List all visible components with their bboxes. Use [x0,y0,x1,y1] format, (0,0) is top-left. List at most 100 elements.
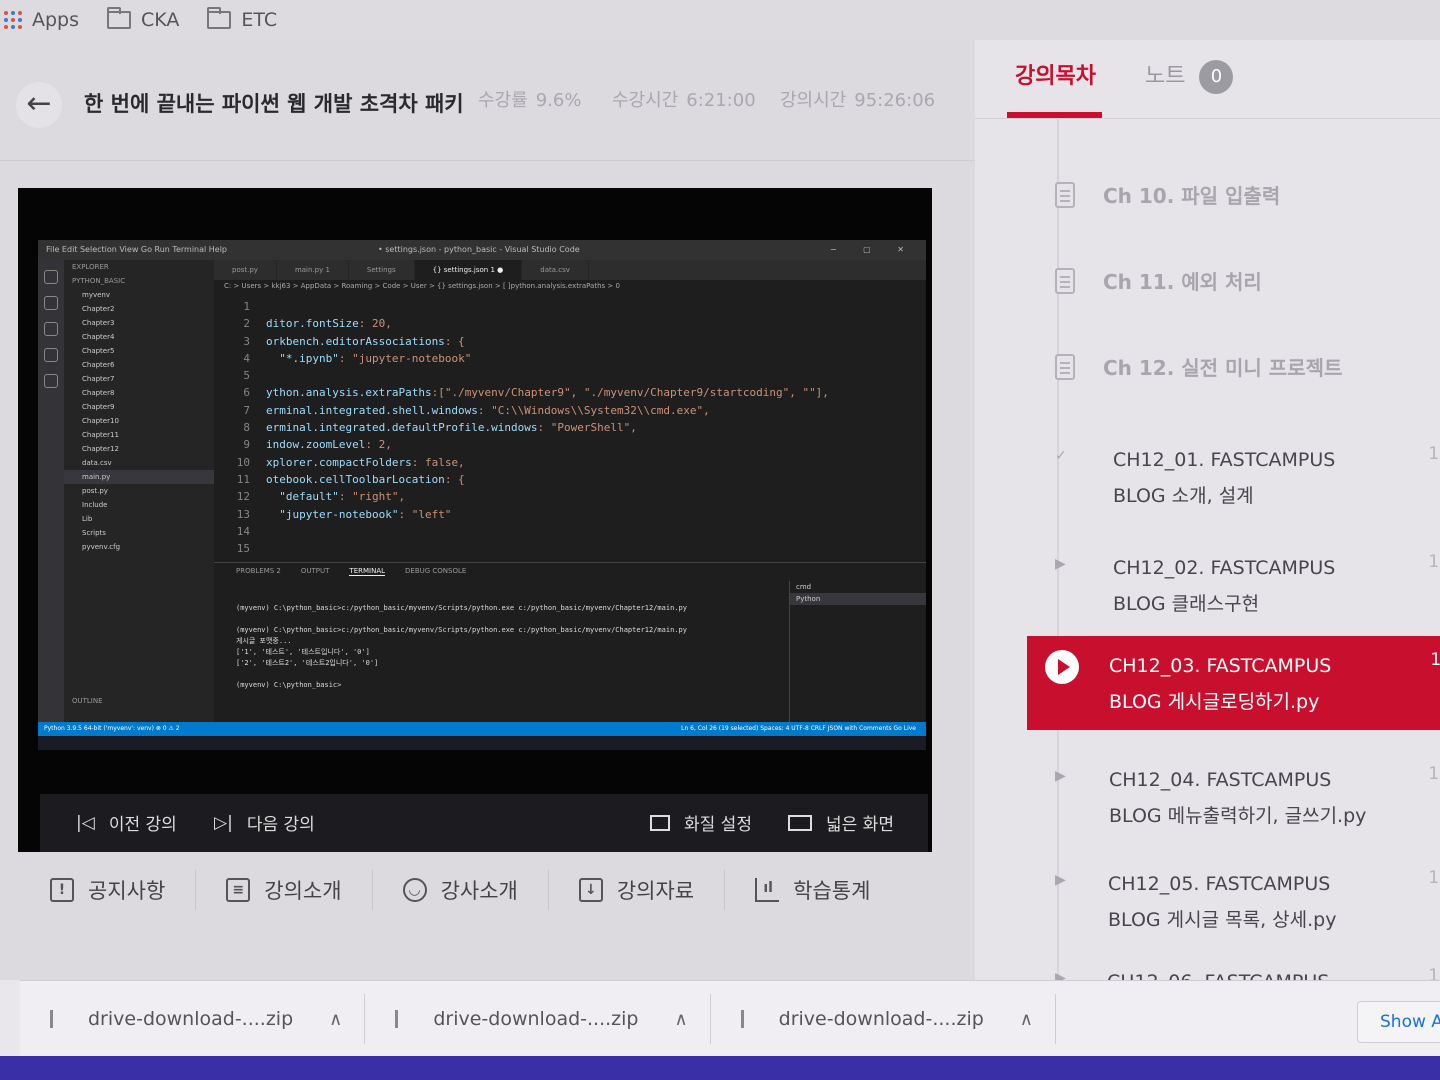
outline-header: OUTLINE [72,697,103,705]
code-value: : "PowerShell", [537,421,637,435]
lecture-title: CH12_06. FASTCAMPUS [1107,964,1329,980]
line-number: 3 [243,334,250,348]
folder-icon [107,7,132,29]
video-player[interactable]: File Edit Selection View Go Run Terminal… [18,188,932,852]
lecture-header: ← 한 번에 끝내는 파이썬 웹 개발 초격차 패키 수강률 9.6% 수강시간 6… [0,40,975,161]
tab-materials[interactable]: ↓ 강의자료 [549,870,726,910]
code-key: ython.analysis.extraPaths [266,386,432,400]
lecture-title-line: CH12_05. FASTCAMPUS [1108,873,1331,895]
lecture-item[interactable]: ✓ CH12_01. FASTCAMPUS BLOG 소개, 설계 10 [1025,430,1440,522]
editor-tab: data.csv [522,260,589,280]
back-button[interactable]: ← [16,82,62,128]
panel-tabs: PROBLEMS 2 OUTPUT TERMINAL DEBUG CONSOLE [214,563,926,576]
bookmark-folder-etc[interactable]: ETC [207,7,277,31]
window-controls-icon: − ▢ ✕ [829,245,916,254]
stat-value: 9.6% [535,90,582,111]
chapter-title: Ch 12. 실전 미니 프로젝트 [1103,356,1343,380]
terminal-line: (myvenv) C:\python_basic>c:/python_basic… [236,626,687,634]
status-right: Ln 6, Col 26 (19 selected) Spaces: 4 UTF… [681,725,916,732]
explorer-item: Chapter12 [82,445,119,453]
user-icon: ◡ [402,878,427,902]
lecture-item[interactable]: ▶ CH12_06. FASTCAMPUS 14 [1025,952,1440,980]
code-value: : 2, [365,438,392,452]
quality-settings-button[interactable]: 화질 설정 [650,810,752,835]
lecture-item[interactable]: ▶ CH12_05. FASTCAMPUS BLOG 게시글 목록, 상세.py … [1025,854,1440,946]
wide-screen-button[interactable]: 넓은 화면 [788,810,894,835]
tab-label: 강의소개 [264,879,342,903]
tab-notes[interactable]: 노트 0 [1145,58,1234,94]
code-value: : "jupyter-notebook" [338,351,472,365]
next-lecture-button[interactable]: ▷| 다음 강의 [214,810,315,836]
code-line: 7 erminal.integrated.shell.windows: "C:\\… [214,402,916,419]
explorer-item: Scripts [82,529,106,537]
tab-statistics[interactable]: ıl 학습통계 [725,870,900,910]
video-controls: |◁ 이전 강의 ▷| 다음 강의 화질 설정 넓은 화면 [40,794,928,852]
lecture-item[interactable]: ▶ CH12_02. FASTCAMPUS BLOG 클래스구현 12 [1025,538,1440,630]
lecture-title: CH12_05. FASTCAMPUS BLOG 게시글 목록, 상세.py [1108,866,1336,938]
curriculum-panel: 강의목차 노트 0 Ch 10. 파일 입출력 Ch 11. 예외 처리 Ch 1… [975,40,1440,980]
chapter-item[interactable]: Ch 12. 실전 미니 프로젝트 [1055,352,1342,381]
editor-tab: Settings [349,260,415,280]
chevron-up-icon[interactable]: ∧ [674,1009,687,1030]
code-value: : { [444,334,465,348]
lecture-main: ← 한 번에 끝내는 파이썬 웹 개발 초격차 패키 수강률 9.6% 수강시간 6… [0,40,975,980]
apps-grid-icon [4,11,22,29]
code-value: :["./myvenv/Chapter9", "./myvenv/Chapter… [431,386,829,400]
tab-notice[interactable]: ! 공지사항 [20,870,197,910]
editor-tab: {} settings.json 1 ● [414,260,523,280]
code-value: : "left" [398,507,452,521]
terminal-line: (myvenv) C:\python_basic>c:/python_basic… [236,604,687,612]
vscode-menu: File Edit Selection View Go Run Terminal… [46,245,228,254]
bookmark-apps[interactable]: Apps [4,9,79,31]
file-icon [50,1010,62,1028]
lecture-duration: 17 [1428,868,1440,888]
chevron-up-icon[interactable]: ∧ [329,1009,342,1030]
downloads-bar: drive-download-....zip ∧ drive-download-.… [20,980,1440,1057]
prev-lecture-button[interactable]: |◁ 이전 강의 [76,810,177,836]
line-number: 4 [243,351,250,365]
show-all-button[interactable]: Show All [1357,1001,1440,1043]
document-icon [1055,181,1075,208]
vscode-activity-bar [38,260,64,722]
tab-curriculum[interactable]: 강의목차 [1007,58,1102,118]
code-key: erminal.integrated.shell.windows [266,403,478,417]
folder-icon [207,7,232,29]
code-line: 3 orkbench.editorAssociations: { [214,333,916,350]
tab-course-intro[interactable]: ≡ 강의소개 [196,870,373,910]
stat-label: 수강시간 [612,90,679,111]
lecture-item[interactable]: ▶ CH12_04. FASTCAMPUS BLOG 메뉴출력하기, 글쓰기.py… [1025,750,1440,842]
download-item[interactable]: drive-download-....zip ∧ [711,994,1056,1044]
code-value: : 20, [358,317,392,331]
explorer-item: Lib [82,515,93,523]
bookmark-folder-cka[interactable]: CKA [107,7,179,31]
tab-instructor[interactable]: ◡ 강사소개 [373,870,549,910]
download-item[interactable]: drive-download-....zip ∧ [365,994,711,1044]
lecture-title: CH12_04. FASTCAMPUS BLOG 메뉴출력하기, 글쓰기.py [1109,762,1366,834]
prev-lecture-label: 이전 강의 [108,815,177,835]
download-item[interactable]: drive-download-....zip ∧ [20,994,366,1044]
play-circle-icon [1045,650,1079,684]
code-value: : false, [411,455,465,469]
code-line: 11 otebook.cellToolbarLocation: { [214,471,916,488]
skip-back-icon: |◁ [76,812,95,833]
note-count-badge: 0 [1199,60,1234,94]
explorer-item: Chapter7 [82,375,115,383]
code-line: 10 xplorer.compactFolders: false, [214,454,916,471]
code-line: 2 ditor.fontSize: 20, [214,315,916,332]
line-number: 8 [243,421,250,435]
vscode-explorer: EXPLORER PYTHON_BASIC myvenv Chapter2 Chap… [64,260,214,722]
wide-screen-label: 넓은 화면 [826,815,894,835]
lecture-duration: 10 [1428,444,1440,464]
lecture-title-line: BLOG 게시글로딩하기.py [1109,691,1320,713]
explorer-item: Chapter10 [82,417,119,425]
chevron-up-icon[interactable]: ∧ [1020,1009,1033,1030]
code-line: 4 "*.ipynb": "jupyter-notebook" [214,350,916,367]
chapter-item[interactable]: Ch 10. 파일 입출력 [1055,180,1280,209]
lecture-duration: 15 [1430,650,1440,670]
code-value: : "C:\\Windows\\System32\\cmd.exe", [477,403,710,417]
play-small-icon: ▶ [1055,768,1066,784]
lecture-item-active[interactable]: CH12_03. FASTCAMPUS BLOG 게시글로딩하기.py 15 [1027,636,1440,730]
lecture-title: CH12_01. FASTCAMPUS BLOG 소개, 설계 [1113,442,1335,514]
code-key: otebook.cellToolbarLocation [266,472,445,486]
chapter-item[interactable]: Ch 11. 예외 처리 [1055,266,1262,295]
